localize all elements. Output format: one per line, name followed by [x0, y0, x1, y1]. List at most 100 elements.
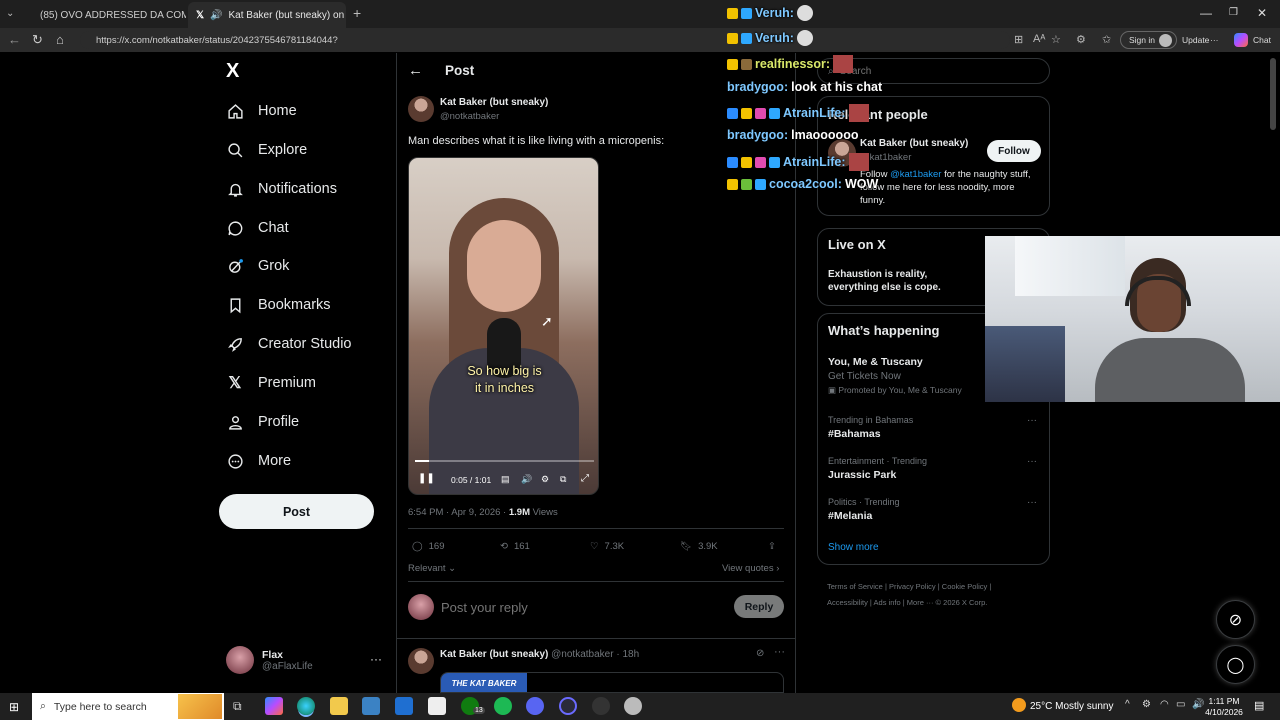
post-button[interactable]: Post — [219, 494, 374, 529]
follow-button[interactable]: Follow — [987, 140, 1041, 162]
x-logo[interactable]: X — [226, 60, 239, 83]
network-icon[interactable]: ▭ — [1176, 699, 1185, 710]
reply-author-avatar[interactable] — [408, 648, 434, 674]
sign-in-button[interactable]: Sign in — [1120, 31, 1177, 49]
clock[interactable]: 1:11 PM 4/10/2026 — [1204, 696, 1244, 718]
tab-x-post[interactable]: 𝕏 🔊 Kat Baker (but sneaky) on X: " ✕ — [188, 2, 346, 28]
extensions-icon[interactable]: ⚙ — [1076, 33, 1086, 46]
app-available-icon[interactable]: ⊞ — [1014, 33, 1023, 46]
taskbar-search[interactable]: ⌕ Type here to search — [32, 693, 224, 720]
more-menu-icon[interactable]: ··· — [1210, 35, 1219, 45]
file-explorer-icon[interactable] — [330, 697, 348, 715]
sidebar-item-more[interactable]: More — [226, 446, 291, 476]
footer-link[interactable]: Terms of Service — [827, 582, 883, 591]
home-browser-icon[interactable]: ⌂ — [56, 32, 64, 47]
volume-icon[interactable]: 🔊 — [521, 474, 532, 485]
video-player[interactable]: So how big is it in inches ❚❚ 0:05 / 1:0… — [408, 157, 599, 495]
update-button[interactable]: Update — [1182, 35, 1209, 45]
footer-link[interactable]: More ··· — [907, 598, 934, 607]
back-icon[interactable]: ← — [8, 32, 21, 47]
pause-icon[interactable]: ❚❚ — [418, 473, 435, 484]
grok-explain-icon[interactable]: ⊘ — [756, 648, 764, 659]
read-aloud-icon[interactable]: Aᴬ — [1033, 33, 1045, 45]
new-tab-icon[interactable]: + — [353, 5, 361, 21]
sidebar-item-notifications[interactable]: Notifications — [226, 174, 337, 204]
notification-center-icon[interactable]: ▤ — [1254, 699, 1264, 712]
favorites-icon[interactable]: ✩ — [1102, 33, 1111, 46]
sidebar-item-chat[interactable]: Chat — [226, 213, 289, 243]
promo-item[interactable]: You, Me & Tuscany Get Tickets Now ▣ Prom… — [828, 356, 962, 396]
sidebar-item-profile[interactable]: Profile — [226, 407, 299, 437]
sort-relevant-dropdown[interactable]: Relevant ⌄ — [408, 563, 456, 574]
trend-more-icon[interactable]: ··· — [1027, 415, 1037, 426]
tray-app-icon[interactable]: ⚙ — [1142, 699, 1151, 710]
tab-youtube[interactable]: (85) OVO ADDRESSED DA COMM... ✕ — [26, 2, 186, 28]
reply-author-name[interactable]: Kat Baker (but sneaky) — [440, 649, 548, 660]
bookmark-button[interactable]: 🔖︎ 3.9K — [680, 541, 718, 552]
bio-link[interactable]: @kat1baker — [890, 169, 941, 180]
share-icon[interactable]: ⇪ — [768, 541, 776, 552]
author-avatar[interactable] — [408, 96, 434, 122]
video-progress-track[interactable] — [415, 460, 594, 462]
windows-start-icon[interactable]: ⊞ — [9, 700, 19, 714]
repost-button[interactable]: ⟲ 161 — [500, 541, 530, 552]
store-icon[interactable] — [362, 697, 380, 715]
trend-more-icon[interactable]: ··· — [1027, 456, 1037, 467]
like-button[interactable]: ♡ 7.3K — [590, 541, 624, 552]
trend-more-icon[interactable]: ··· — [1027, 497, 1037, 508]
volume-icon[interactable]: 🔊 — [1192, 699, 1204, 710]
discord-icon[interactable] — [526, 697, 544, 715]
outlook-icon[interactable] — [395, 697, 413, 715]
grok-floating-icon[interactable]: ⊘ — [1216, 600, 1255, 639]
favorite-star-icon[interactable]: ☆ — [1051, 33, 1061, 46]
messages-floating-icon[interactable]: ◯ — [1216, 645, 1255, 684]
sidebar-item-premium[interactable]: 𝕏 Premium — [226, 368, 316, 398]
back-arrow-icon[interactable]: ← — [408, 62, 423, 79]
show-more-link[interactable]: Show more — [828, 542, 879, 553]
reply-input[interactable] — [441, 596, 721, 618]
fullscreen-icon[interactable]: ⤢ — [581, 473, 589, 484]
sidebar-item-bookmarks[interactable]: Bookmarks — [226, 290, 331, 320]
footer-link[interactable]: Accessibility — [827, 598, 868, 607]
person-name[interactable]: Kat Baker (but sneaky) — [860, 138, 968, 149]
obs-icon[interactable] — [559, 697, 577, 715]
tab-list-icon[interactable]: ⌄ — [6, 8, 14, 19]
sidebar-item-grok[interactable]: Grok — [226, 251, 289, 281]
author-handle[interactable]: @notkatbaker — [440, 111, 499, 122]
speaker-icon[interactable]: 🔊 — [210, 10, 222, 21]
page-scrollbar[interactable] — [1270, 58, 1276, 130]
media-app-icon[interactable] — [592, 697, 610, 715]
sidebar-item-explore[interactable]: Explore — [226, 135, 307, 165]
task-view-icon[interactable]: ⧉ — [233, 699, 242, 714]
spotify-icon[interactable] — [494, 697, 512, 715]
weather-text[interactable]: 25°C Mostly sunny — [1030, 701, 1113, 712]
pip-icon[interactable]: ⧉ — [560, 474, 566, 485]
copilot-icon[interactable] — [1234, 33, 1248, 47]
trend-item[interactable]: Trending in Bahamas #Bahamas — [828, 415, 913, 440]
sidebar-item-home[interactable]: Home — [226, 96, 297, 126]
account-more-icon[interactable]: ··· — [370, 652, 382, 666]
url-field[interactable]: https://x.com/notkatbaker/status/2042375… — [80, 31, 1010, 49]
edge-taskbar-icon[interactable] — [297, 697, 315, 715]
trend-item[interactable]: Politics · Trending #Melania — [828, 497, 900, 522]
footer-link[interactable]: Cookie Policy — [942, 582, 987, 591]
steam-icon[interactable] — [624, 697, 642, 715]
notepad-icon[interactable] — [428, 697, 446, 715]
reply-media-card[interactable]: THE KAT BAKER — [440, 672, 784, 693]
footer-link[interactable]: Ads info — [874, 598, 901, 607]
post-more-icon[interactable]: ··· — [774, 646, 785, 658]
account-switcher[interactable]: Flax @aFlaxLife — [226, 646, 313, 674]
reply-button[interactable]: Reply — [734, 595, 784, 618]
settings-icon[interactable]: ⚙ — [541, 474, 549, 485]
minimize-icon[interactable]: — — [1200, 6, 1212, 20]
captions-icon[interactable]: ▤ — [501, 474, 510, 485]
footer-link[interactable]: Privacy Policy — [889, 582, 936, 591]
view-quotes-link[interactable]: View quotes › — [722, 563, 779, 574]
sidebar-item-creator-studio[interactable]: Creator Studio — [226, 329, 352, 359]
restore-icon[interactable]: ❐ — [1229, 7, 1238, 18]
search-input[interactable] — [839, 65, 1020, 77]
author-name[interactable]: Kat Baker (but sneaky) — [440, 97, 548, 108]
reply-count-button[interactable]: ◯ 169 — [412, 541, 445, 552]
wifi-icon[interactable]: ◠ — [1160, 699, 1169, 710]
close-window-icon[interactable]: ✕ — [1257, 6, 1267, 20]
